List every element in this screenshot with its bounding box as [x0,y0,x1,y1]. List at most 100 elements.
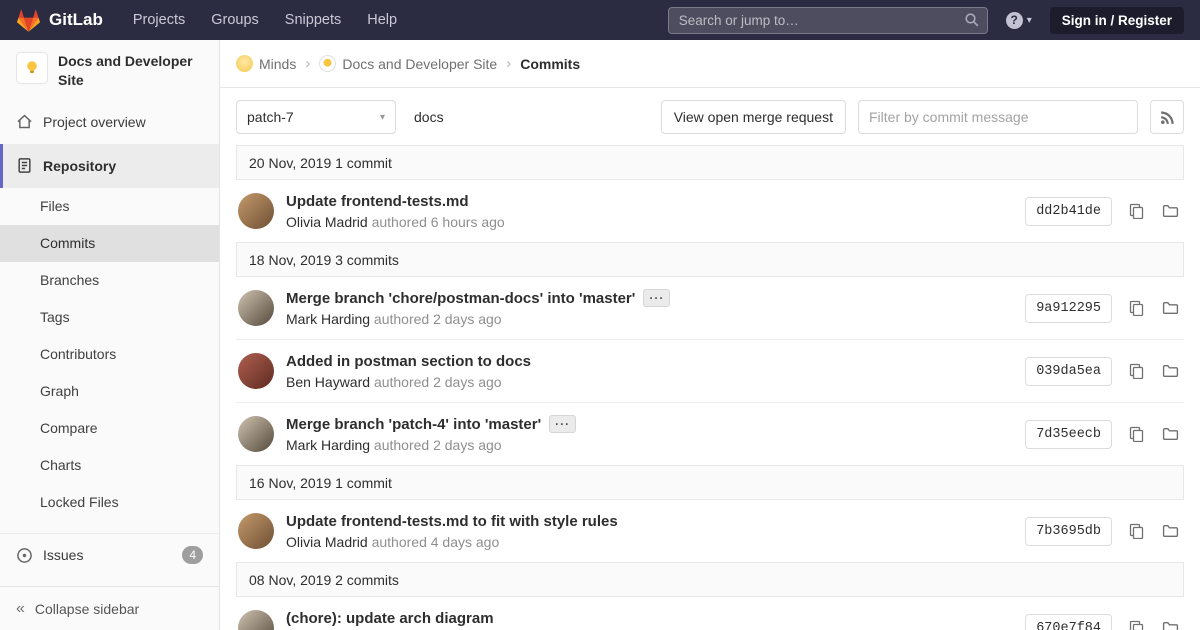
browse-files-button[interactable] [1156,197,1184,225]
commit-author-avatar[interactable] [238,513,274,549]
browse-files-button[interactable] [1156,517,1184,545]
breadcrumb-item-docs-and-developer-site[interactable]: Docs and Developer Site [319,55,497,72]
copy-sha-button[interactable] [1122,294,1150,322]
breadcrumb-item-minds[interactable]: Minds [236,55,296,72]
commit-sha[interactable]: 670e7f84 [1025,614,1112,630]
nav-item-groups[interactable]: Groups [211,12,259,28]
copy-sha-button[interactable] [1122,197,1150,225]
commit-row: Added in postman section to docs Ben Hay… [236,340,1184,403]
browse-files-button[interactable] [1156,420,1184,448]
collapse-label: Collapse sidebar [35,601,139,617]
sidebar-item-branches[interactable]: Branches [0,262,219,299]
copy-icon [1128,620,1144,630]
commit-actions: 670e7f84 [1025,614,1184,630]
sidebar-item-repository[interactable]: Repository [0,144,219,188]
commit-sha[interactable]: dd2b41de [1025,197,1112,226]
issues-icon [16,547,33,564]
sidebar-item-charts[interactable]: Charts [0,447,219,484]
commit-author-avatar[interactable] [238,193,274,229]
gitlab-logo[interactable]: GitLab [16,8,103,33]
commit-date-header: 20 Nov, 2019 1 commit [236,145,1184,180]
copy-sha-button[interactable] [1122,420,1150,448]
nav-menu: Projects Groups Snippets Help [133,12,397,28]
commit-sha[interactable]: 7d35eecb [1025,420,1112,449]
commit-description-toggle[interactable]: ··· [549,415,576,433]
sidebar-item-label: Repository [43,158,116,174]
commit-row: Merge branch 'chore/postman-docs' into '… [236,277,1184,340]
commit-title[interactable]: (chore): update arch diagram [286,610,494,627]
commit-meta: authored 2 days ago [374,311,502,327]
path-label[interactable]: docs [414,109,444,125]
tanuki-icon [16,8,41,33]
commit-sha[interactable]: 039da5ea [1025,357,1112,386]
commit-main: Added in postman section to docs Ben Hay… [286,353,1025,390]
commit-date-header: 16 Nov, 2019 1 commit [236,465,1184,500]
commit-title[interactable]: Update frontend-tests.md [286,193,469,210]
browse-files-button[interactable] [1156,614,1184,630]
sidebar-item-files[interactable]: Files [0,188,219,225]
chevron-down-icon: ▾ [380,112,385,123]
nav-item-help[interactable]: Help [367,12,397,28]
commit-author-avatar[interactable] [238,610,274,630]
commit-row: (chore): update arch diagram Mark Hardin… [236,597,1184,630]
commit-actions: dd2b41de [1025,197,1184,226]
collapse-sidebar-button[interactable]: « Collapse sidebar [0,586,219,630]
commit-title[interactable]: Merge branch 'patch-4' into 'master' [286,416,541,433]
folder-icon [1162,300,1179,317]
collapse-icon: « [16,601,25,617]
sidebar-item-tags[interactable]: Tags [0,299,219,336]
branch-selector[interactable]: patch-7 ▾ [236,100,396,134]
commit-actions: 9a912295 [1025,294,1184,323]
copy-sha-button[interactable] [1122,614,1150,630]
commit-author-name[interactable]: Mark Harding [286,437,370,453]
commit-filter-input[interactable] [858,100,1138,134]
sign-in-button[interactable]: Sign in / Register [1050,7,1184,34]
sidebar-item-commits[interactable]: Commits [0,225,219,262]
nav-item-projects[interactable]: Projects [133,12,185,28]
breadcrumb-label: Minds [259,56,296,72]
sidebar-item-compare[interactable]: Compare [0,410,219,447]
copy-sha-button[interactable] [1122,357,1150,385]
help-menu[interactable]: ? ▾ [1006,12,1032,29]
commit-row: Merge branch 'patch-4' into 'master' ···… [236,403,1184,466]
commit-actions: 039da5ea [1025,357,1184,386]
rss-feed-button[interactable] [1150,100,1184,134]
project-name: Docs and Developer Site [58,52,203,90]
view-merge-request-button[interactable]: View open merge request [661,100,846,134]
commit-author-name[interactable]: Olivia Madrid [286,534,368,550]
sidebar-item-project-overview[interactable]: Project overview [0,100,219,144]
commit-author-avatar[interactable] [238,353,274,389]
commit-description-toggle[interactable]: ··· [643,289,670,307]
commit-author-name[interactable]: Mark Harding [286,311,370,327]
browse-files-button[interactable] [1156,357,1184,385]
nav-item-snippets[interactable]: Snippets [285,12,341,28]
folder-icon [1162,523,1179,540]
commit-title-line: Merge branch 'chore/postman-docs' into '… [286,289,1025,307]
project-avatar [16,52,48,84]
commit-date-header: 18 Nov, 2019 3 commits [236,242,1184,277]
search-input[interactable] [668,7,988,34]
sidebar-item-issues[interactable]: Issues 4 [0,533,219,577]
copy-sha-button[interactable] [1122,517,1150,545]
sidebar-item-contributors[interactable]: Contributors [0,336,219,373]
commit-title[interactable]: Update frontend-tests.md to fit with sty… [286,513,618,530]
sidebar-item-locked-files[interactable]: Locked Files [0,484,219,521]
breadcrumb-label: Commits [520,56,580,72]
chevron-down-icon: ▾ [1027,15,1032,26]
project-header[interactable]: Docs and Developer Site [0,40,219,100]
commit-author-name[interactable]: Ben Hayward [286,374,370,390]
sidebar-item-graph[interactable]: Graph [0,373,219,410]
brand-name: GitLab [49,10,103,30]
commit-sha[interactable]: 9a912295 [1025,294,1112,323]
commit-title-line: (chore): update arch diagram [286,610,1025,627]
commit-author-name[interactable]: Olivia Madrid [286,214,368,230]
commit-title[interactable]: Added in postman section to docs [286,353,531,370]
browse-files-button[interactable] [1156,294,1184,322]
commit-sha[interactable]: 7b3695db [1025,517,1112,546]
commit-author-avatar[interactable] [238,416,274,452]
breadcrumb-separator: › [305,55,310,72]
repository-icon [16,157,33,174]
commit-author-avatar[interactable] [238,290,274,326]
commit-title[interactable]: Merge branch 'chore/postman-docs' into '… [286,290,635,307]
search-icon[interactable] [964,12,980,28]
